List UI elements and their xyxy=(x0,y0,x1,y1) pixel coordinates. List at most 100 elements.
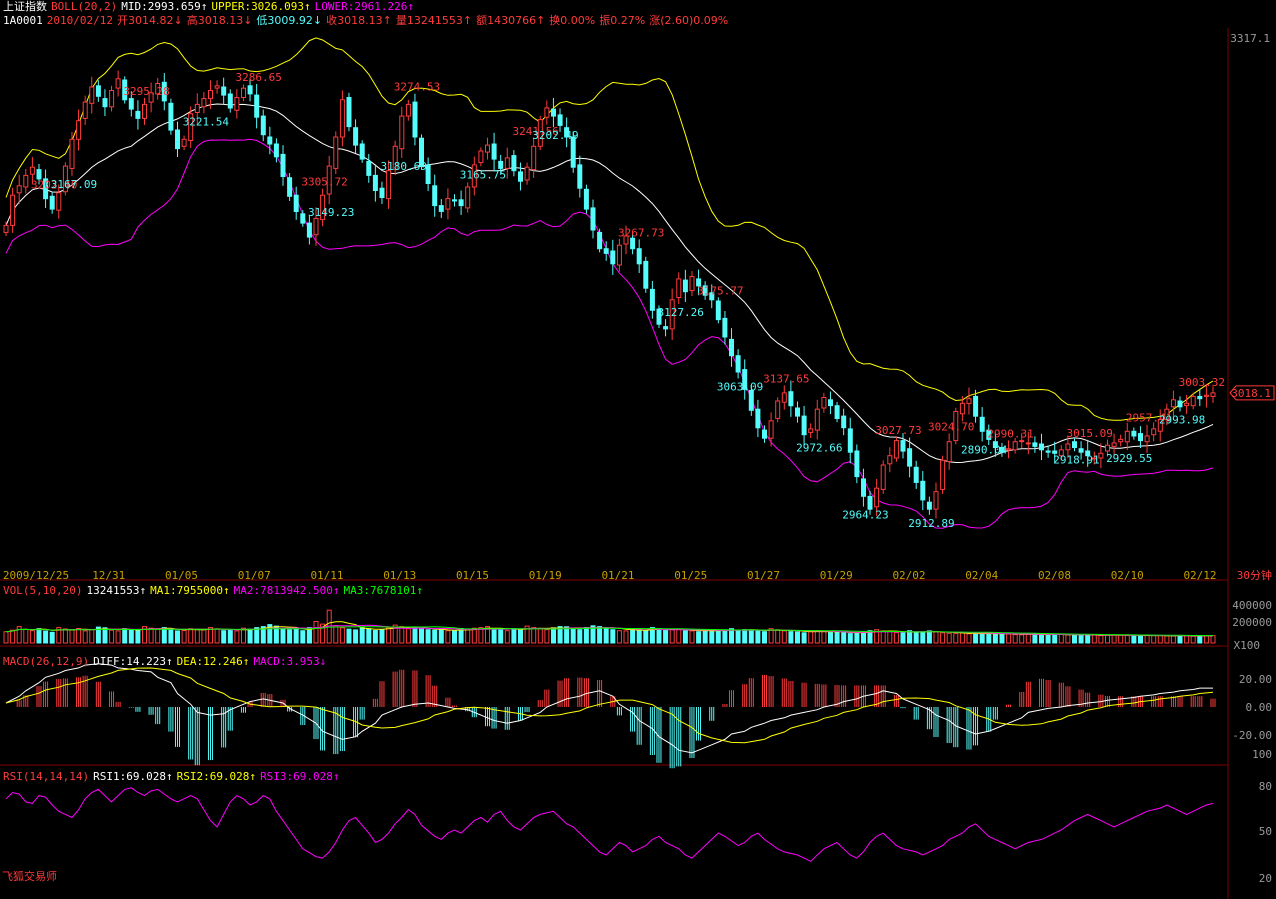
volume-bar xyxy=(122,628,128,644)
candle-body xyxy=(893,440,899,459)
chart-stage[interactable]: 3202.403295.283286.653305.723274.533241.… xyxy=(0,0,1276,899)
rsi-header: RSI(14,14,14) RSI1:69.028↑ RSI2:69.028↑ RSI… xyxy=(3,770,344,783)
volume-bar xyxy=(926,630,932,644)
price-annotation-low: 2912.89 xyxy=(908,517,954,530)
candle-body xyxy=(1065,443,1071,451)
volume-bar xyxy=(1157,635,1163,644)
volume-bar xyxy=(1144,635,1150,644)
volume-bar xyxy=(854,632,860,644)
vol-header: VOL(5,10,20) 13241553↑ MA1:7955000↑ MA2:781… xyxy=(3,584,427,597)
price-annotation-high: 3305.72 xyxy=(301,176,347,189)
volume-bar xyxy=(702,629,708,644)
volume-bar xyxy=(913,632,919,644)
volume-bar xyxy=(89,629,95,644)
volume-bar xyxy=(551,627,556,644)
volume-bar xyxy=(432,629,438,644)
volume-bar xyxy=(471,627,477,644)
candle-body xyxy=(900,440,906,452)
candle-body xyxy=(16,185,22,194)
volume-bar xyxy=(241,627,246,644)
candle-body xyxy=(1177,400,1183,408)
candle-body xyxy=(531,145,537,171)
candle-body xyxy=(907,448,913,467)
time-axis-tick: 01/11 xyxy=(310,569,343,582)
candle-body xyxy=(828,399,833,407)
candle-body xyxy=(1210,392,1216,397)
macd-axis-tick: 20.00 xyxy=(1239,673,1272,686)
candle-body xyxy=(372,174,378,191)
quote-header: 1A0001 2010/02/12 开3014.82↓ 高3018.13↓ 低3009.… xyxy=(3,14,732,27)
candle-body xyxy=(1190,395,1196,407)
volume-bar xyxy=(1098,635,1104,644)
candle-body xyxy=(1151,428,1157,436)
candle-body xyxy=(557,114,563,126)
time-axis-tick: 01/05 xyxy=(165,569,198,582)
volume-bar xyxy=(1019,634,1025,644)
candle-body xyxy=(1105,444,1110,452)
price-annotation-high: 2990.31 xyxy=(987,427,1033,440)
candle-body xyxy=(834,405,840,420)
price-annotation-low: 2918.91 xyxy=(1053,453,1099,466)
candle-body xyxy=(583,188,589,210)
quote-close: 收3018.13↑ xyxy=(326,14,392,27)
candle-body xyxy=(10,194,16,226)
candle-body xyxy=(214,85,220,89)
candle-body xyxy=(128,98,134,110)
volume-bar xyxy=(148,627,154,644)
volume-bar xyxy=(999,633,1005,644)
candle-body xyxy=(29,166,35,175)
boll-mid-line xyxy=(5,103,1214,464)
candle-body xyxy=(643,260,649,289)
volume-bar xyxy=(62,628,68,644)
candle-body xyxy=(300,213,306,224)
macd-header: MACD(26,12,9) DIFF:14.223↑ DEA:12.246↑ MACD… xyxy=(3,655,330,668)
price-annotation-low: 3180.69 xyxy=(381,160,427,173)
volume-bar xyxy=(979,633,985,644)
time-axis-tick: 01/07 xyxy=(238,569,271,582)
volume-bar xyxy=(234,630,240,644)
candle-body xyxy=(610,250,616,265)
volume-bar xyxy=(781,630,787,644)
candle-body xyxy=(781,392,787,403)
volume-bar xyxy=(76,628,82,644)
macd-label: MACD(26,12,9) xyxy=(3,655,90,668)
candle-body xyxy=(175,129,180,150)
time-axis-tick: 02/12 xyxy=(1183,569,1216,582)
candle-body xyxy=(847,428,853,453)
volume-bar xyxy=(1105,634,1110,644)
volume-bar xyxy=(768,628,774,644)
volume-bar xyxy=(49,631,55,644)
candle-body xyxy=(504,157,510,169)
index-code: 1A0001 xyxy=(3,14,43,27)
volume-bar xyxy=(933,631,939,644)
price-annotation-low: 3167.09 xyxy=(51,178,97,191)
rsi-3: RSI3:69.028↑ xyxy=(260,770,340,783)
candle-body xyxy=(313,217,319,236)
volume-bar xyxy=(247,628,253,644)
volume-bar xyxy=(452,630,457,644)
rsi-line xyxy=(5,787,1214,862)
volume-bar xyxy=(907,631,913,644)
candle-body xyxy=(775,400,781,419)
volume-bar xyxy=(1025,633,1031,644)
watermark: 飞狐交易师 xyxy=(2,870,57,883)
volume-bar xyxy=(23,628,29,644)
volume-bar xyxy=(1170,635,1176,644)
price-annotation-high: 3024.70 xyxy=(928,420,974,433)
volume-bar xyxy=(564,626,570,644)
candle-body xyxy=(69,138,75,169)
volume-bar xyxy=(102,627,108,644)
candle-body xyxy=(861,478,866,497)
price-annotation-low: 2993.98 xyxy=(1159,413,1205,426)
volume-bar xyxy=(135,630,141,644)
candle-body xyxy=(874,487,880,508)
candle-body xyxy=(597,231,603,250)
volume-bar xyxy=(504,630,510,644)
time-axis-tick: 02/10 xyxy=(1111,569,1144,582)
volume-bar xyxy=(742,629,748,644)
volume-bar xyxy=(339,627,345,644)
volume-bar xyxy=(1012,634,1018,644)
time-axis-tick: 01/25 xyxy=(674,569,707,582)
volume-bar xyxy=(175,630,180,644)
quote-turnover: 换0.00% xyxy=(549,14,596,27)
